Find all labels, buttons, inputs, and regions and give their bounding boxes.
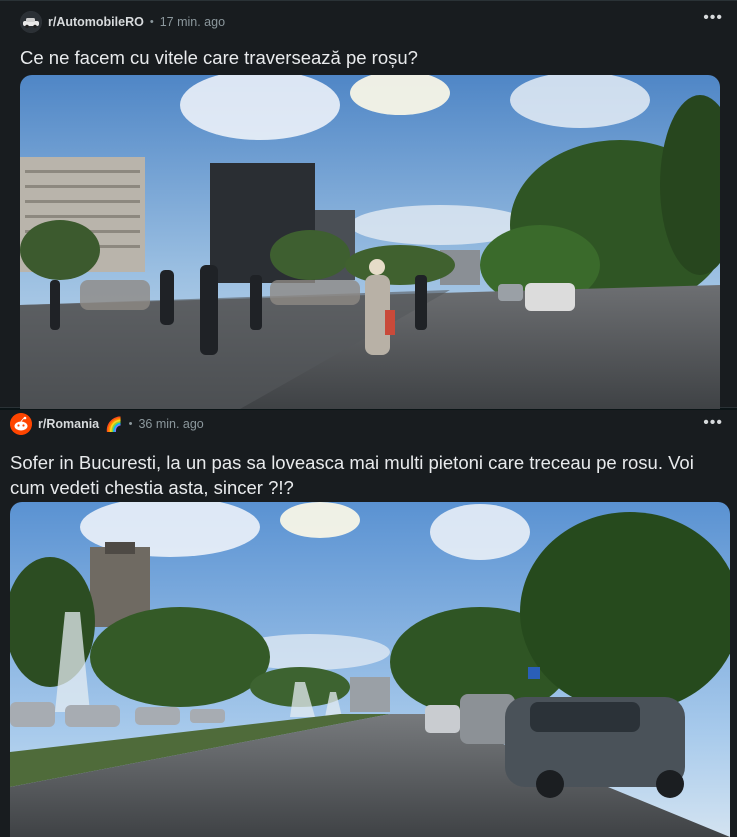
post-meta: r/Romania 🌈 • 36 min. ago <box>10 413 204 435</box>
post-title[interactable]: Ce ne facem cu vitele care traversează p… <box>20 45 710 70</box>
subreddit-avatar-icon[interactable] <box>20 11 42 33</box>
subreddit-name[interactable]: r/AutomobileRO <box>48 15 144 29</box>
more-options-button[interactable]: ••• <box>703 414 723 432</box>
post-media[interactable] <box>20 75 720 409</box>
meta-separator: • <box>149 16 154 28</box>
post-card-1[interactable]: r/AutomobileRO • 17 min. ago ••• Ce ne f… <box>0 0 737 409</box>
post-time: 17 min. ago <box>159 15 226 29</box>
post-title[interactable]: Sofer in Bucuresti, la un pas sa loveasc… <box>10 450 725 500</box>
post-card-2[interactable]: r/Romania 🌈 • 36 min. ago ••• Sofer in B… <box>0 410 737 837</box>
street-pedestrians-photo-icon <box>20 75 720 409</box>
more-options-button[interactable]: ••• <box>703 9 723 27</box>
boulevard-fountains-photo-icon <box>10 502 730 837</box>
subreddit-avatar-icon[interactable] <box>10 413 32 435</box>
post-time: 36 min. ago <box>138 417 204 431</box>
meta-separator: • <box>128 418 133 430</box>
post-media[interactable] <box>10 502 730 837</box>
subreddit-name[interactable]: r/Romania <box>38 417 99 431</box>
post-meta: r/AutomobileRO • 17 min. ago <box>20 11 225 33</box>
rainbow-flair-icon: 🌈 <box>105 415 123 432</box>
